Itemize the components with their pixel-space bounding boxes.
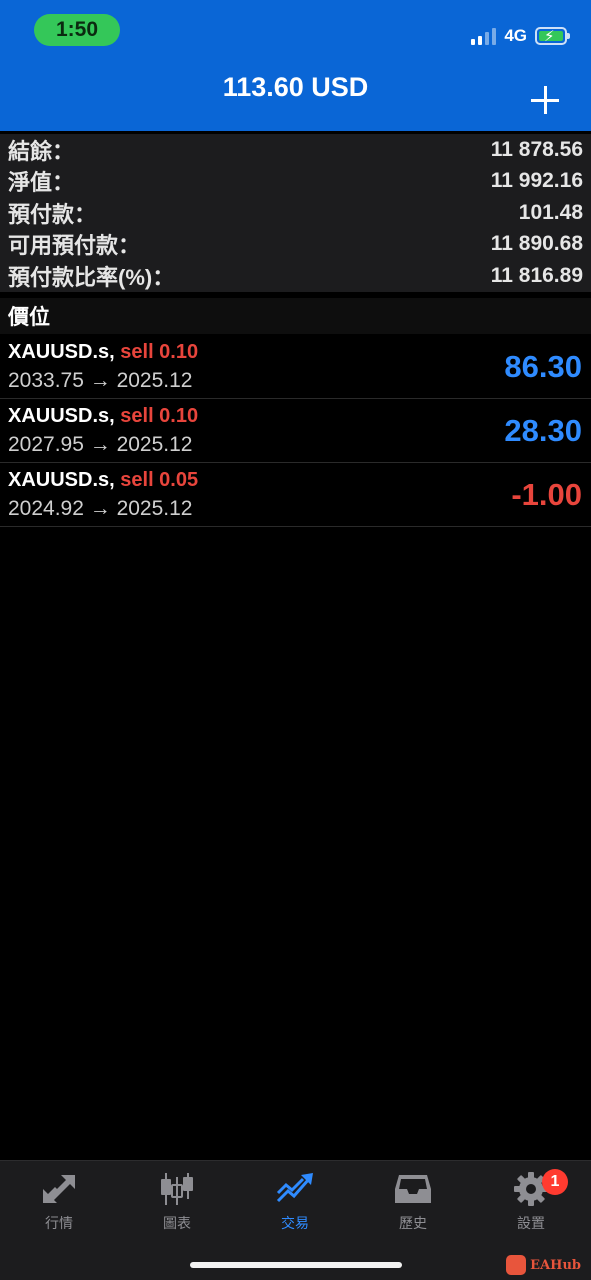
positions-section-title: 價位 (0, 298, 591, 334)
top-bar: 1:50 4G ⚡ 113.60 USD (0, 0, 591, 131)
summary-row-balance: 結餘： 11 878.56 (0, 134, 591, 166)
tab-label: 圖表 (163, 1215, 191, 1231)
tab-label: 交易 (281, 1215, 309, 1231)
summary-label: 結餘： (8, 138, 75, 164)
tab-label: 歷史 (399, 1215, 427, 1231)
header-profit-title: 113.60 USD (222, 72, 369, 102)
cell-signal-icon (471, 27, 497, 45)
account-summary: 結餘： 11 878.56 淨值： 11 992.16 預付款： 101.48 … (0, 134, 591, 292)
position-prices: 2024.92 → 2025.12 (8, 497, 193, 520)
position-type: sell 0.10 (120, 341, 199, 363)
summary-row-free-margin: 可用預付款： 11 890.68 (0, 229, 591, 261)
position-symbol: XAUUSD.s, (8, 405, 115, 427)
tab-settings[interactable]: 1 設置 (472, 1169, 590, 1233)
position-prices: 2027.95 → 2025.12 (8, 433, 193, 456)
tab-history[interactable]: 歷史 (354, 1171, 472, 1233)
summary-value: 101.48 (518, 200, 583, 224)
position-row[interactable]: XAUUSD.s, sell 0.10 2027.95 → 2025.12 28… (0, 399, 591, 463)
position-symbol: XAUUSD.s, (8, 469, 115, 491)
position-prices: 2033.75 → 2025.12 (8, 369, 193, 392)
tab-quotes[interactable]: 行情 (0, 1171, 118, 1233)
home-indicator[interactable] (190, 1262, 402, 1268)
trade-trend-icon (276, 1173, 313, 1203)
tab-charts[interactable]: 圖表 (118, 1171, 236, 1233)
summary-row-margin-level: 預付款比率(%)： 11 816.89 (0, 260, 591, 292)
summary-value: 11 878.56 (490, 137, 583, 161)
position-type: sell 0.05 (120, 469, 199, 491)
watermark: EAHub (506, 1255, 581, 1275)
position-profit: 28.30 (504, 413, 582, 448)
position-symbol: XAUUSD.s, (8, 341, 115, 363)
summary-value: 11 992.16 (490, 169, 583, 193)
add-order-button[interactable] (531, 86, 561, 116)
watermark-text: EAHub (530, 1257, 581, 1273)
status-indicators: 4G ⚡ (471, 24, 570, 48)
status-time: 1:50 (34, 14, 120, 46)
position-profit: 86.30 (504, 349, 582, 384)
summary-label: 淨值： (8, 170, 75, 196)
summary-value: 11 890.68 (490, 232, 583, 256)
tab-label: 設置 (517, 1215, 545, 1231)
tab-label: 行情 (45, 1215, 73, 1231)
settings-notification-badge: 1 (542, 1169, 568, 1195)
summary-row-margin: 預付款： 101.48 (0, 197, 591, 229)
battery-charging-icon: ⚡ (535, 27, 570, 45)
positions-list: XAUUSD.s, sell 0.10 2033.75 → 2025.12 86… (0, 335, 591, 527)
summary-label: 預付款比率(%)： (8, 264, 175, 290)
tab-trade[interactable]: 交易 (236, 1171, 354, 1233)
history-inbox-icon (395, 1175, 431, 1203)
watermark-logo-icon (506, 1255, 527, 1275)
position-row[interactable]: XAUUSD.s, sell 0.10 2033.75 → 2025.12 86… (0, 335, 591, 399)
summary-row-equity: 淨值： 11 992.16 (0, 166, 591, 198)
summary-value: 11 816.89 (490, 263, 583, 287)
quotes-arrows-icon (43, 1175, 75, 1203)
position-row[interactable]: XAUUSD.s, sell 0.05 2024.92 → 2025.12 -1… (0, 463, 591, 527)
summary-label: 預付款： (8, 201, 97, 227)
position-type: sell 0.10 (120, 405, 199, 427)
network-type: 4G (504, 26, 527, 45)
position-profit: -1.00 (511, 477, 582, 512)
candlestick-chart-icon (161, 1173, 193, 1205)
summary-label: 可用預付款： (8, 233, 141, 259)
